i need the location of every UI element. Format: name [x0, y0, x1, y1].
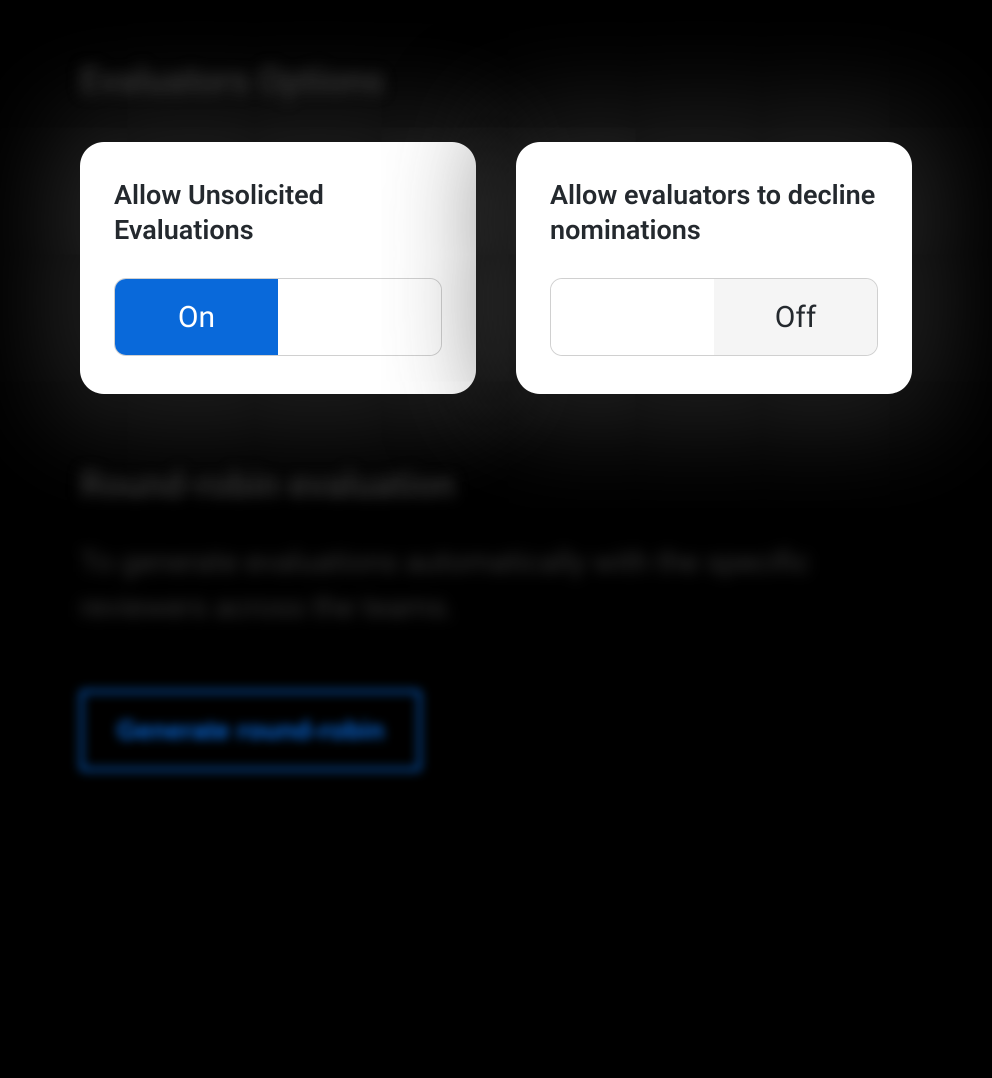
unsolicited-evaluations-card: Allow Unsolicited Evaluations On	[80, 142, 476, 394]
decline-nominations-card: Allow evaluators to decline nominations …	[516, 142, 912, 394]
toggle-off-side: Off	[714, 279, 877, 355]
decline-nominations-toggle[interactable]: Off	[550, 278, 878, 356]
round-robin-description: To generate evaluations automatically wi…	[80, 540, 850, 630]
round-robin-heading: Round-robin evaluation	[80, 464, 912, 506]
toggle-on-side	[551, 279, 714, 355]
toggle-off-side	[278, 279, 441, 355]
option-cards-row: Allow Unsolicited Evaluations On Allow e…	[80, 142, 912, 394]
card-title: Allow evaluators to decline nominations	[550, 178, 878, 250]
card-title: Allow Unsolicited Evaluations	[114, 178, 442, 250]
evaluators-options-heading: Evaluators Options	[80, 60, 912, 102]
toggle-on-side: On	[115, 279, 278, 355]
generate-round-robin-button[interactable]: Generate round-robin	[80, 690, 421, 771]
unsolicited-evaluations-toggle[interactable]: On	[114, 278, 442, 356]
